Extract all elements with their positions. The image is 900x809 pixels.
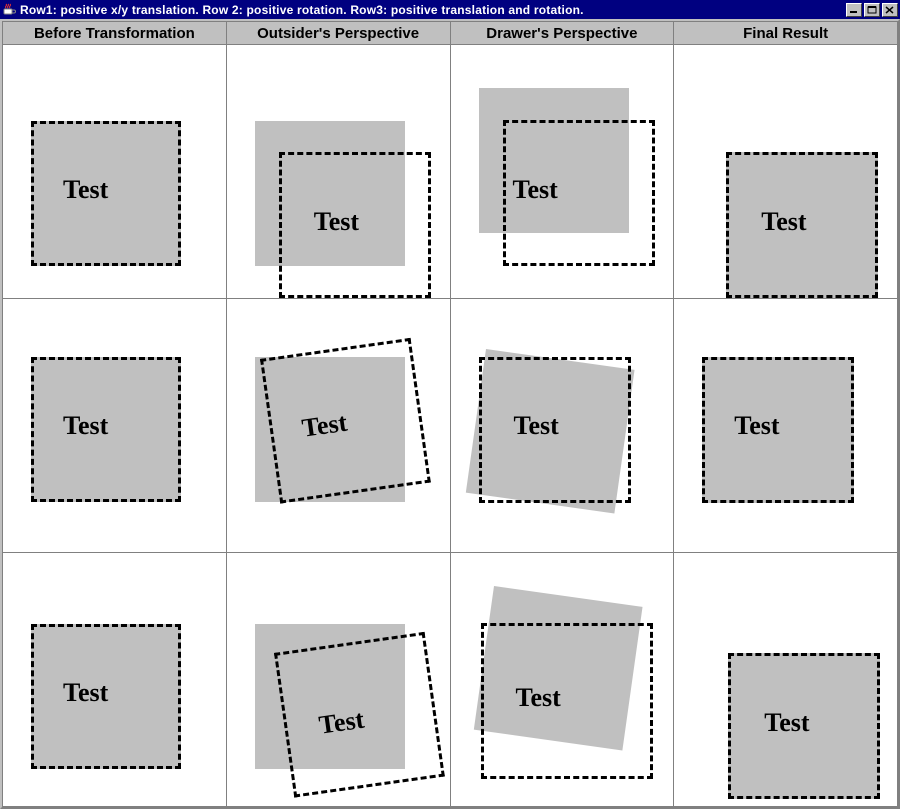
col-header-final: Final Result: [674, 22, 898, 45]
square-label: Test: [63, 411, 108, 441]
cell-r1c1: Test: [3, 45, 227, 299]
square-label: Test: [63, 175, 108, 205]
dashed-square: [481, 623, 653, 779]
square-label: Test: [764, 708, 809, 738]
square-label: Test: [514, 411, 559, 441]
cell-r2c3: Test: [450, 299, 674, 553]
cell-r3c1: Test: [3, 553, 227, 807]
window-titlebar: Row1: positive x/y translation. Row 2: p…: [0, 0, 900, 19]
square-label: Test: [300, 408, 349, 444]
square-label: Test: [761, 207, 806, 237]
square-label: Test: [314, 207, 359, 237]
square-label: Test: [513, 175, 558, 205]
window-controls: [846, 3, 898, 17]
cell-r2c1: Test: [3, 299, 227, 553]
cell-r1c3: Test: [450, 45, 674, 299]
cell-r2c4: Test: [674, 299, 898, 553]
square-label: Test: [63, 678, 108, 708]
square-label: Test: [734, 411, 779, 441]
square-label: Test: [516, 683, 561, 713]
minimize-button[interactable]: [846, 3, 862, 17]
square-label: Test: [317, 705, 366, 741]
maximize-button[interactable]: [864, 3, 880, 17]
cell-r3c3: Test: [450, 553, 674, 807]
cell-r3c2: Test: [226, 553, 450, 807]
cell-r1c4: Test: [674, 45, 898, 299]
col-header-before: Before Transformation: [3, 22, 227, 45]
close-button[interactable]: [882, 3, 898, 17]
content-frame: Before Transformation Outsider's Perspec…: [0, 19, 900, 809]
cell-r2c2: Test: [226, 299, 450, 553]
demo-grid: Before Transformation Outsider's Perspec…: [2, 21, 898, 807]
cell-r3c4: Test: [674, 553, 898, 807]
window-title: Row1: positive x/y translation. Row 2: p…: [20, 3, 846, 17]
cell-r1c2: Test: [226, 45, 450, 299]
col-header-outsider: Outsider's Perspective: [226, 22, 450, 45]
col-header-drawer: Drawer's Perspective: [450, 22, 674, 45]
java-icon: [2, 2, 18, 18]
